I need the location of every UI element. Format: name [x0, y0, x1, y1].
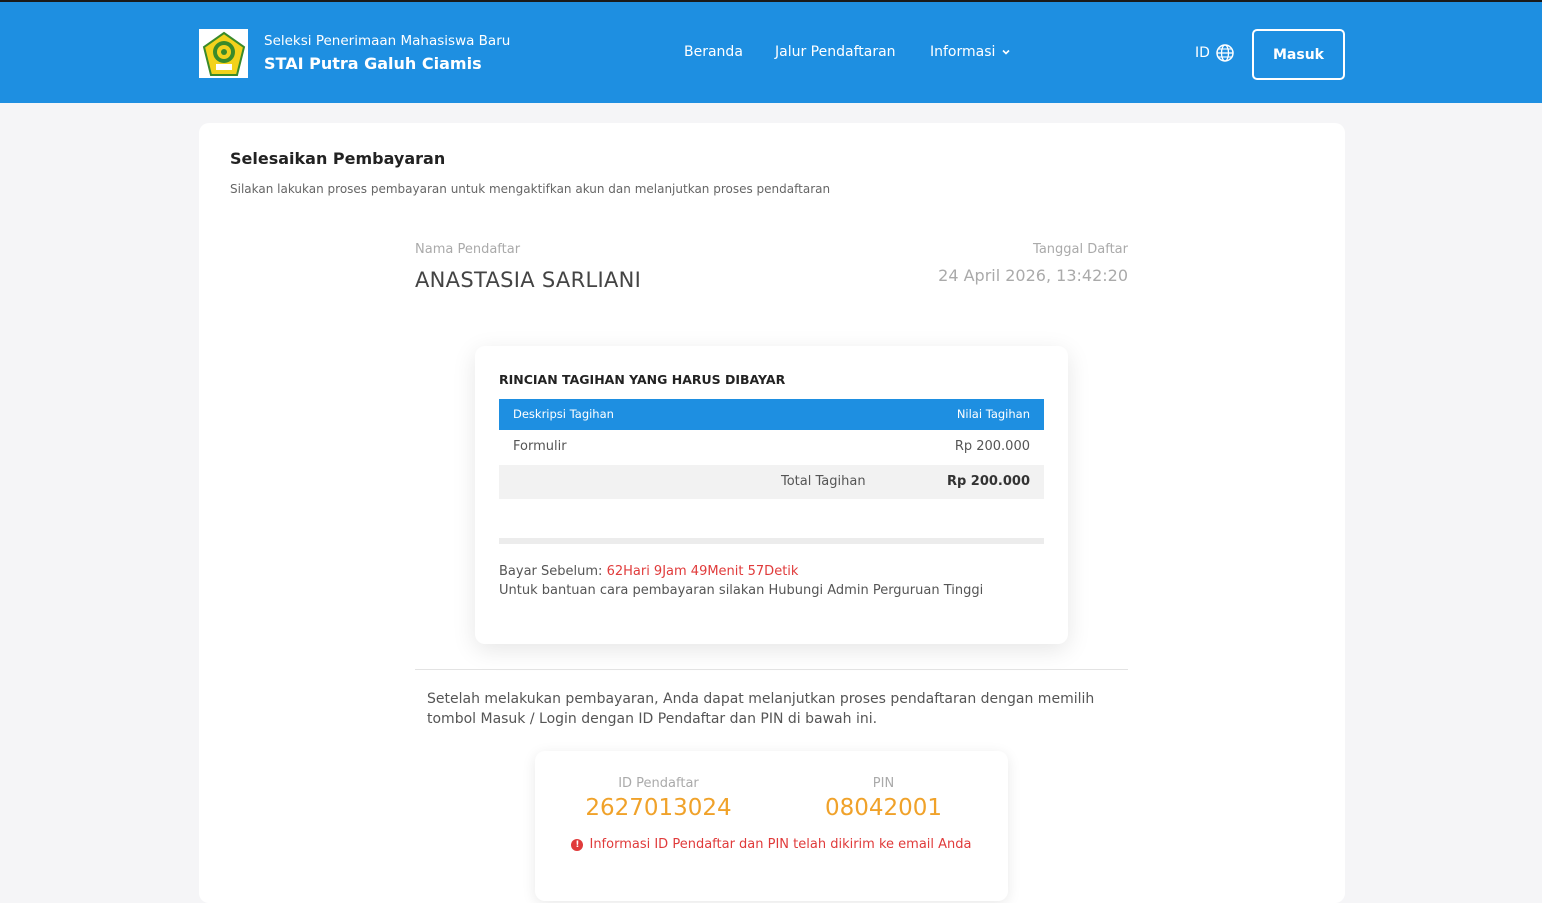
nav-informasi[interactable]: Informasi — [930, 44, 1011, 60]
total-value: Rp 200.000 — [946, 474, 1030, 489]
payment-card: Selesaikan Pembayaran Silakan lakukan pr… — [199, 123, 1345, 903]
column-amount: Nilai Tagihan — [956, 407, 1030, 421]
globe-icon — [1216, 44, 1234, 62]
after-payment-instructions: Setelah melakukan pembayaran, Anda dapat… — [427, 691, 1095, 727]
bill-table-header: Deskripsi Tagihan Nilai Tagihan — [499, 399, 1044, 430]
pin-value: 08042001 — [824, 795, 943, 821]
deadline-countdown: 62Hari 9Jam 49Menit 57Detik — [606, 564, 799, 579]
total-label: Total Tagihan — [781, 474, 866, 489]
campus-logo[interactable] — [199, 29, 248, 78]
divider — [415, 669, 1128, 670]
credentials-note-text: Informasi ID Pendaftar dan PIN telah dik… — [589, 837, 972, 852]
nav-beranda[interactable]: Beranda — [684, 44, 743, 60]
bill-total-row: Total Tagihan Rp 200.000 — [499, 465, 1044, 499]
registrant-id-label: ID Pendaftar — [618, 776, 699, 791]
column-description: Deskripsi Tagihan — [513, 407, 614, 421]
divider — [499, 538, 1044, 544]
registrant-id-value: 2627013024 — [585, 795, 732, 821]
table-row: Formulir Rp 200.000 — [499, 430, 1044, 465]
page-subtitle: Silakan lakukan proses pembayaran untuk … — [230, 182, 831, 196]
credentials-email-note: ! Informasi ID Pendaftar dan PIN telah d… — [535, 837, 1008, 852]
registration-date: 24 April 2026, 13:42:20 — [938, 266, 1128, 285]
registrant-name-label: Nama Pendaftar — [415, 242, 521, 257]
chevron-down-icon — [1002, 49, 1010, 55]
brand-subtitle: Seleksi Penerimaan Mahasiswa Baru — [264, 33, 511, 49]
payment-deadline: Bayar Sebelum: 62Hari 9Jam 49Menit 57Det… — [499, 564, 798, 579]
registrant-name: ANASTASIA SARLIANI — [415, 268, 642, 292]
nav-jalur-pendaftaran[interactable]: Jalur Pendaftaran — [775, 44, 896, 60]
language-label: ID — [1195, 45, 1210, 61]
deadline-label: Bayar Sebelum: — [499, 564, 603, 579]
top-navbar: Seleksi Penerimaan Mahasiswa Baru STAI P… — [0, 0, 1542, 103]
brand-title[interactable]: STAI Putra Galuh Ciamis — [264, 54, 482, 73]
registration-date-label: Tanggal Daftar — [1033, 242, 1128, 257]
bill-heading: RINCIAN TAGIHAN YANG HARUS DIBAYAR — [499, 372, 786, 387]
bill-details-card: RINCIAN TAGIHAN YANG HARUS DIBAYAR Deskr… — [475, 346, 1068, 644]
page-title: Selesaikan Pembayaran — [230, 149, 446, 168]
bill-item-amount: Rp 200.000 — [954, 439, 1030, 454]
language-selector[interactable]: ID — [1195, 44, 1234, 62]
nav-informasi-label: Informasi — [930, 44, 996, 60]
pin-label: PIN — [872, 776, 895, 791]
alert-icon: ! — [571, 838, 584, 851]
login-button[interactable]: Masuk — [1252, 29, 1345, 80]
payment-help-text: Untuk bantuan cara pembayaran silakan Hu… — [499, 583, 984, 598]
campus-emblem-icon — [202, 31, 245, 76]
bill-item-description: Formulir — [513, 439, 567, 454]
